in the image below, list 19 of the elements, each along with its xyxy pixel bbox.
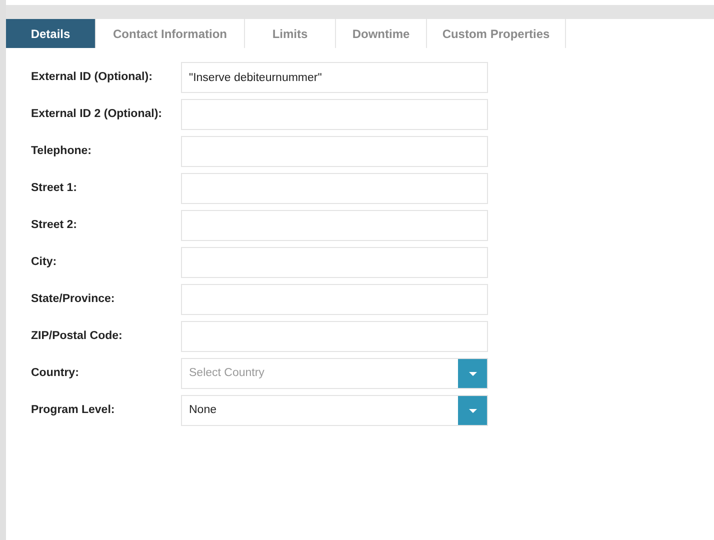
field-label: Program Level:	[31, 402, 116, 418]
tab[interactable]: Details	[6, 19, 96, 48]
field-label: External ID (Optional):	[31, 70, 154, 85]
field-label: Street 1:	[31, 180, 78, 196]
input-field[interactable]	[181, 284, 488, 315]
field-label: State/Province:	[31, 292, 116, 307]
input-field[interactable]: "Inserve debiteurnummer"	[181, 62, 488, 93]
input-field[interactable]	[181, 99, 488, 130]
field-label: Street 2:	[31, 218, 78, 233]
field-label: City:	[31, 254, 58, 270]
field-label: External ID 2 (Optional):	[31, 106, 163, 122]
field-label: Telephone:	[31, 144, 92, 159]
input-field[interactable]	[181, 247, 488, 278]
input-field[interactable]	[181, 210, 488, 241]
input-field[interactable]	[181, 173, 488, 204]
field-label: ZIP/Postal Code:	[31, 328, 124, 344]
input-field[interactable]	[181, 136, 488, 167]
input-field[interactable]	[181, 321, 488, 352]
field-label: Country:	[31, 366, 80, 381]
